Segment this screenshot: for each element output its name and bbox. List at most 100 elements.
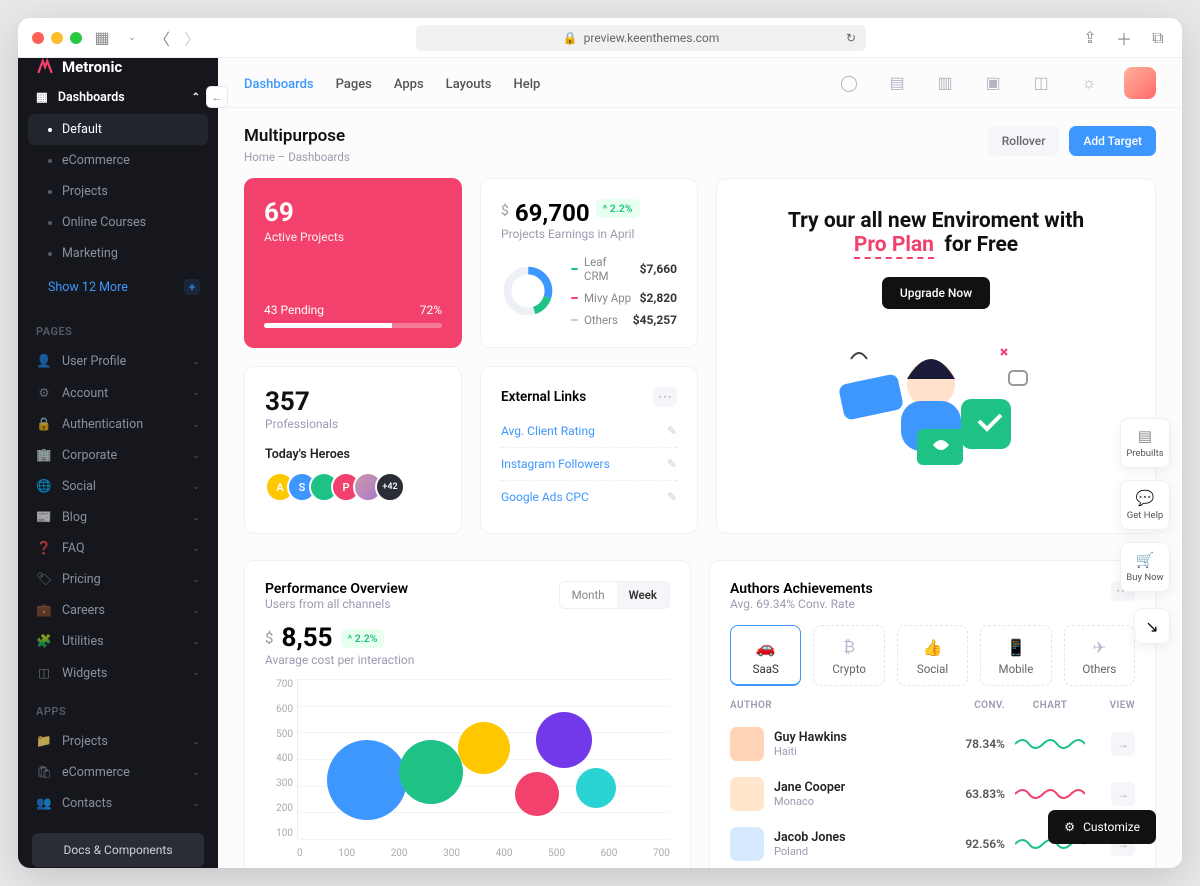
- external-link[interactable]: Avg. Client Rating✎: [501, 415, 677, 447]
- get-help-button[interactable]: 💬Get Help: [1120, 480, 1170, 530]
- external-link[interactable]: Google Ads CPC✎: [501, 480, 677, 513]
- brand-logo[interactable]: Metronic: [18, 58, 218, 76]
- topnav-layouts[interactable]: Layouts: [446, 77, 492, 92]
- buy-now-button[interactable]: 🛒Buy Now: [1120, 542, 1170, 592]
- author-row: Guy HawkinsHaiti78.34%→: [730, 719, 1135, 769]
- url: preview.keenthemes.com: [584, 31, 720, 45]
- card-earnings: $ 69,700 ^ 2.2% Projects Earnings in Apr…: [480, 178, 698, 348]
- theme-icon[interactable]: ☼: [1076, 70, 1102, 96]
- minimize-window[interactable]: [51, 32, 63, 44]
- chevron-up-icon: ⌃: [192, 92, 200, 103]
- sidebar-item-pricing[interactable]: 🏷Pricing⌄: [18, 564, 218, 595]
- author-tab-crypto[interactable]: ₿Crypto: [813, 625, 884, 686]
- section-apps: APPS: [18, 689, 218, 726]
- external-link[interactable]: Instagram Followers✎: [501, 447, 677, 480]
- author-tab-social[interactable]: 👍Social: [897, 625, 968, 686]
- sidebar-toggle-icon[interactable]: ▦: [92, 30, 112, 46]
- sidebar-item-ecommerce[interactable]: eCommerce: [18, 145, 218, 176]
- notification-icon[interactable]: ▣: [980, 70, 1006, 96]
- sidebar-item-contacts[interactable]: 👥Contacts⌄: [18, 788, 218, 819]
- prebuilts-button[interactable]: ▤Prebuilts: [1120, 418, 1170, 468]
- sidebar-item-online-courses[interactable]: Online Courses: [18, 207, 218, 238]
- sidebar-item-user-profile[interactable]: 👤User Profile⌄: [18, 346, 218, 377]
- tab-week[interactable]: Week: [617, 582, 669, 608]
- back-icon[interactable]: 〈: [152, 30, 172, 46]
- sidebar-item-account[interactable]: ⚙Account⌄: [18, 377, 218, 409]
- card-active-projects: 69 Active Projects 43 Pending72%: [244, 178, 462, 348]
- nav-dashboards[interactable]: ▦ Dashboards ⌃: [18, 80, 218, 114]
- sidebar-item-widgets[interactable]: ◫Widgets⌄: [18, 657, 218, 689]
- customize-button[interactable]: ⚙ Customize: [1048, 810, 1156, 844]
- sidebar-item-marketing[interactable]: Marketing: [18, 238, 218, 269]
- view-author[interactable]: →: [1111, 782, 1135, 806]
- chevron-down-small-icon[interactable]: ⌄: [122, 30, 142, 46]
- topnav-pages[interactable]: Pages: [336, 77, 372, 92]
- scroll-indicator[interactable]: ↘: [1134, 608, 1170, 644]
- sidebar-collapse[interactable]: ←: [206, 86, 228, 108]
- author-tab-saas[interactable]: 🚗SaaS: [730, 625, 801, 686]
- external-icon: ✎: [667, 490, 677, 504]
- sidebar-item-default[interactable]: Default: [28, 114, 208, 145]
- tab-month[interactable]: Month: [560, 582, 617, 608]
- main-content: Dashboards Pages Apps Layouts Help ◯ ▤ ▥ ▣ ◫…: [218, 58, 1182, 868]
- pro-plan-text: Pro Plan: [854, 233, 934, 259]
- delta-badge: ^ 2.2%: [596, 199, 640, 218]
- bubble-chart: 700600500400300200100 010020030040050060…: [265, 679, 670, 859]
- address-bar[interactable]: 🔒 preview.keenthemes.com ↻: [416, 25, 866, 51]
- topnav-apps[interactable]: Apps: [394, 77, 424, 92]
- tabs-icon[interactable]: ⧉: [1148, 30, 1168, 46]
- hero-illustration: [737, 319, 1135, 469]
- topnav-dashboards[interactable]: Dashboards: [244, 77, 314, 92]
- active-count: 69: [264, 198, 442, 228]
- topbar: Dashboards Pages Apps Layouts Help ◯ ▤ ▥ ▣ ◫…: [218, 58, 1182, 108]
- period-tabs: Month Week: [559, 581, 670, 609]
- sidebar-item-utilities[interactable]: 🧩Utilities⌄: [18, 626, 218, 657]
- sidebar-item-ecommerce[interactable]: 🛍eCommerce⌄: [18, 757, 218, 788]
- chat-icon[interactable]: ▥: [932, 70, 958, 96]
- grid-icon: ▦: [36, 89, 48, 105]
- card-hero: Try our all new Enviroment with Pro Plan…: [716, 178, 1156, 534]
- forward-icon[interactable]: 〉: [182, 30, 202, 46]
- reload-icon[interactable]: ↻: [846, 31, 856, 45]
- view-author[interactable]: →: [1111, 732, 1135, 756]
- topnav-help[interactable]: Help: [514, 77, 541, 92]
- search-icon[interactable]: ◯: [836, 70, 862, 96]
- show-more[interactable]: Show 12 More +: [18, 269, 218, 305]
- sidebar-item-projects[interactable]: Projects: [18, 176, 218, 207]
- sidebar-item-blog[interactable]: 📰Blog⌄: [18, 502, 218, 533]
- crumb-home[interactable]: Home: [244, 150, 275, 164]
- sidebar-item-faq[interactable]: ❓FAQ⌄: [18, 533, 218, 564]
- plus-icon: +: [184, 279, 200, 295]
- sidebar-item-projects[interactable]: 📁Projects⌄: [18, 726, 218, 757]
- more-icon[interactable]: ⋯: [653, 387, 677, 407]
- external-icon: ✎: [667, 457, 677, 471]
- share-icon[interactable]: ⇪: [1080, 30, 1100, 46]
- close-window[interactable]: [32, 32, 44, 44]
- card-performance: Performance Overview Users from all chan…: [244, 560, 691, 868]
- progress-bar: [264, 323, 442, 328]
- upgrade-button[interactable]: Upgrade Now: [882, 277, 990, 309]
- user-avatar[interactable]: [1124, 67, 1156, 99]
- lock-icon: 🔒: [563, 31, 578, 45]
- new-tab-icon[interactable]: ＋: [1114, 30, 1134, 46]
- author-tab-mobile[interactable]: 📱Mobile: [980, 625, 1051, 686]
- sidebar-item-corporate[interactable]: 🏢Corporate⌄: [18, 440, 218, 471]
- sliders-icon: ⚙: [1064, 820, 1075, 834]
- sidebar: Metronic ▦ Dashboards ⌃ DefaulteCommerce…: [18, 58, 218, 868]
- activity-icon[interactable]: ▤: [884, 70, 910, 96]
- sidebar-item-careers[interactable]: 💼Careers⌄: [18, 595, 218, 626]
- maximize-window[interactable]: [70, 32, 82, 44]
- rollover-button[interactable]: Rollover: [988, 126, 1060, 156]
- sidebar-item-authentication[interactable]: 🔒Authentication⌄: [18, 409, 218, 440]
- add-target-button[interactable]: Add Target: [1069, 126, 1156, 156]
- apps-icon[interactable]: ◫: [1028, 70, 1054, 96]
- card-external-links: External Links ⋯ Avg. Client Rating✎Inst…: [480, 366, 698, 534]
- heroes-avatars: A S P +42: [265, 472, 441, 502]
- section-pages: PAGES: [18, 309, 218, 346]
- browser-titlebar: ▦ ⌄ 〈 〉 🔒 preview.keenthemes.com ↻ ⇪ ＋ ⧉: [18, 18, 1182, 58]
- breadcrumb: Home – Dashboards: [244, 150, 350, 164]
- docs-button[interactable]: Docs & Components: [32, 833, 204, 867]
- sidebar-item-social[interactable]: 🌐Social⌄: [18, 471, 218, 502]
- page-title: Multipurpose: [244, 126, 350, 146]
- traffic-lights: [32, 32, 82, 44]
